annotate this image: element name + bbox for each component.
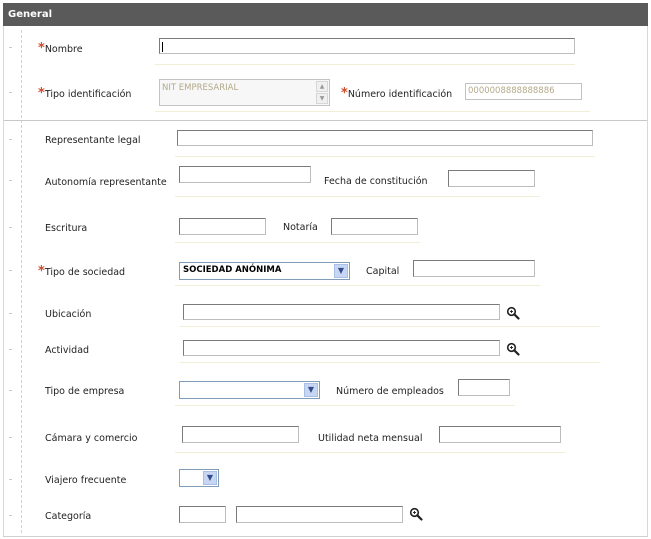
numero-identificacion-input[interactable]: 0000008888888886	[465, 83, 582, 100]
chevron-down-icon[interactable]: ▼	[203, 471, 217, 485]
categoria-code-input[interactable]	[179, 506, 226, 523]
row-underline	[175, 242, 420, 243]
tipo-identificacion-value: NIT EMPRESARIAL	[162, 83, 239, 93]
required-asterisk: *	[38, 86, 45, 101]
capital-input[interactable]	[413, 260, 535, 277]
section-divider	[4, 120, 647, 121]
ubicacion-input[interactable]	[183, 304, 500, 320]
nombre-input[interactable]	[159, 38, 575, 54]
autonomia-representante-input[interactable]	[179, 166, 311, 183]
row-underline	[155, 64, 575, 65]
camara-comercio-input[interactable]	[182, 426, 299, 443]
row-marker	[9, 139, 12, 140]
fecha-constitucion-label: Fecha de constitución	[324, 176, 428, 187]
row-underline	[180, 362, 600, 363]
row-marker	[9, 313, 12, 314]
tipo-identificacion-label: *Tipo identificación	[38, 86, 132, 101]
tipo-empresa-select[interactable]: ▼	[179, 381, 320, 399]
required-asterisk: *	[341, 86, 348, 101]
chevron-down-icon[interactable]: ▼	[304, 383, 318, 397]
row-underline	[180, 326, 600, 327]
row-marker	[9, 47, 12, 48]
fecha-constitucion-input[interactable]	[448, 170, 535, 187]
magnifier-icon[interactable]	[506, 306, 520, 320]
row-marker	[9, 479, 12, 480]
row-underline	[155, 111, 590, 112]
tipo-sociedad-value: SOCIEDAD ANÓNIMA	[183, 265, 282, 275]
row-underline	[175, 156, 595, 157]
tipo-sociedad-select[interactable]: SOCIEDAD ANÓNIMA ▼	[179, 262, 350, 280]
utilidad-neta-input[interactable]	[439, 426, 561, 443]
camara-comercio-label: Cámara y comercio	[45, 433, 138, 444]
row-marker	[9, 515, 12, 516]
required-asterisk: *	[38, 264, 45, 279]
frame-left-border	[3, 26, 4, 537]
autonomia-representante-label: Autonomía representante	[45, 177, 167, 188]
frame-right-border	[647, 26, 648, 537]
numero-empleados-label: Número de empleados	[336, 386, 444, 397]
categoria-label: Categoría	[45, 511, 92, 522]
row-underline	[175, 452, 565, 453]
scroll-up-icon[interactable]: ▲	[316, 81, 328, 92]
row-marker	[9, 92, 12, 93]
indent-guide	[21, 30, 22, 533]
chevron-down-icon[interactable]: ▼	[334, 264, 348, 278]
ubicacion-label: Ubicación	[45, 309, 92, 320]
capital-label: Capital	[366, 266, 400, 277]
escritura-input[interactable]	[179, 218, 266, 235]
numero-identificacion-label: *Número identificación	[341, 86, 453, 101]
representante-legal-input[interactable]	[177, 130, 593, 146]
viajero-frecuente-label: Viajero frecuente	[45, 475, 127, 486]
row-underline	[175, 196, 540, 197]
required-asterisk: *	[38, 41, 45, 56]
viajero-frecuente-select[interactable]: ▼	[179, 469, 219, 487]
utilidad-neta-label: Utilidad neta mensual	[318, 433, 423, 444]
row-marker	[9, 390, 12, 391]
nombre-label: *Nombre	[38, 41, 83, 56]
frame-bottom-border	[3, 536, 648, 537]
row-marker	[9, 227, 12, 228]
tipo-identificacion-list[interactable]: NIT EMPRESARIAL ▲ ▼	[159, 79, 330, 106]
section-header: General	[3, 3, 648, 26]
text-cursor	[162, 42, 163, 52]
row-marker	[9, 437, 12, 438]
magnifier-icon[interactable]	[506, 342, 520, 356]
actividad-input[interactable]	[183, 340, 500, 356]
row-underline	[175, 285, 540, 286]
row-marker	[9, 349, 12, 350]
escritura-label: Escritura	[45, 223, 88, 234]
section-title: General	[8, 9, 52, 20]
actividad-label: Actividad	[45, 345, 90, 356]
row-marker	[9, 180, 12, 181]
representante-legal-label: Representante legal	[45, 135, 141, 146]
categoria-description-input[interactable]	[236, 506, 403, 523]
notaria-input[interactable]	[331, 218, 418, 235]
magnifier-icon[interactable]	[409, 507, 423, 521]
row-marker	[9, 270, 12, 271]
tipo-sociedad-label: *Tipo de sociedad	[38, 264, 126, 279]
tipo-empresa-label: Tipo de empresa	[45, 386, 125, 397]
notaria-label: Notaría	[283, 222, 318, 233]
scroll-down-icon[interactable]: ▼	[316, 93, 328, 104]
numero-empleados-input[interactable]	[458, 379, 510, 396]
row-underline	[175, 405, 515, 406]
